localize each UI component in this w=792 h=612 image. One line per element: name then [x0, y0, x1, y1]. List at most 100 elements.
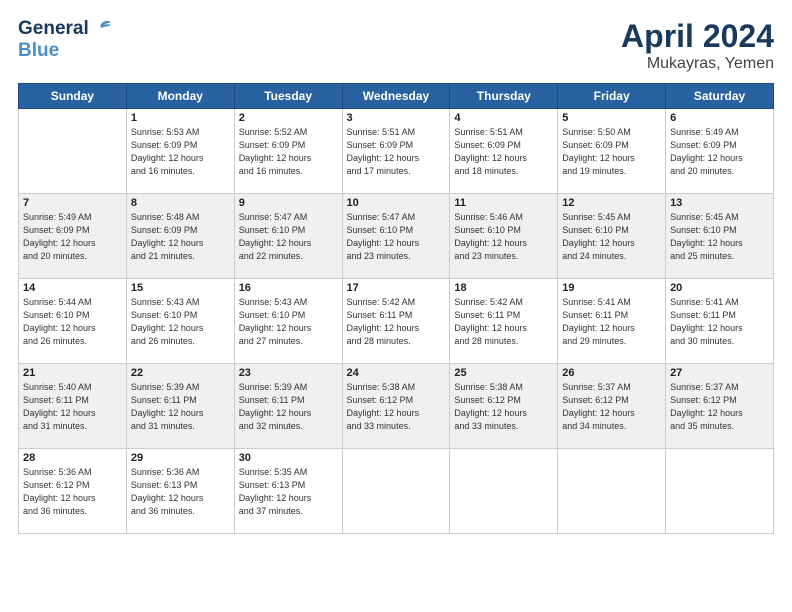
week-row-1: 1Sunrise: 5:53 AM Sunset: 6:09 PM Daylig…: [19, 109, 774, 194]
day-cell: 21Sunrise: 5:40 AM Sunset: 6:11 PM Dayli…: [19, 364, 127, 449]
day-info: Sunrise: 5:52 AM Sunset: 6:09 PM Dayligh…: [239, 126, 338, 178]
week-row-5: 28 Sunrise: 5:36 AM Sunset: 6:12 PM Dayli…: [19, 449, 774, 534]
day-number: 26: [562, 367, 661, 379]
day-info: Sunrise: 5:36 AM Sunset: 6:12 PM Dayligh…: [23, 466, 122, 518]
day-cell: 1Sunrise: 5:53 AM Sunset: 6:09 PM Daylig…: [126, 109, 234, 194]
day-number: 29: [131, 452, 230, 464]
day-info: Sunrise: 5:49 AM Sunset: 6:09 PM Dayligh…: [23, 211, 122, 263]
day-cell: 13 Sunrise: 5:45 AM Sunset: 6:10 PM Dayli…: [666, 194, 774, 279]
day-cell: 28 Sunrise: 5:36 AM Sunset: 6:12 PM Dayli…: [19, 449, 127, 534]
day-info: Sunrise: 5:42 AM Sunset: 6:11 PM Dayligh…: [347, 296, 446, 348]
calendar-location: Mukayras, Yemen: [621, 55, 774, 73]
day-number: 17: [347, 282, 446, 294]
day-info: Sunrise: 5:41 AM Sunset: 6:11 PM Dayligh…: [562, 296, 661, 348]
day-cell: [342, 449, 450, 534]
header-saturday: Saturday: [666, 84, 774, 109]
day-info: Sunrise: 5:45 AM Sunset: 6:10 PM Dayligh…: [670, 211, 769, 263]
day-info: Sunrise: 5:37 AM Sunset: 6:12 PM Dayligh…: [670, 381, 769, 433]
day-info: Sunrise: 5:40 AM Sunset: 6:11 PM Dayligh…: [23, 381, 122, 433]
header-sunday: Sunday: [19, 84, 127, 109]
week-row-3: 14Sunrise: 5:44 AM Sunset: 6:10 PM Dayli…: [19, 279, 774, 364]
logo-bird-icon: [91, 18, 113, 40]
day-number: 2: [239, 112, 338, 124]
day-cell: 8 Sunrise: 5:48 AM Sunset: 6:09 PM Daylig…: [126, 194, 234, 279]
day-info: Sunrise: 5:38 AM Sunset: 6:12 PM Dayligh…: [347, 381, 446, 433]
day-cell: 2 Sunrise: 5:52 AM Sunset: 6:09 PM Daylig…: [234, 109, 342, 194]
day-cell: 26 Sunrise: 5:37 AM Sunset: 6:12 PM Dayli…: [558, 364, 666, 449]
days-header-row: Sunday Monday Tuesday Wednesday Thursday…: [19, 84, 774, 109]
header-tuesday: Tuesday: [234, 84, 342, 109]
day-number: 30: [239, 452, 338, 464]
day-number: 22: [131, 367, 230, 379]
day-cell: 4Sunrise: 5:51 AM Sunset: 6:09 PM Daylig…: [450, 109, 558, 194]
day-number: 27: [670, 367, 769, 379]
day-info: Sunrise: 5:47 AM Sunset: 6:10 PM Dayligh…: [347, 211, 446, 263]
title-block: April 2024 Mukayras, Yemen: [621, 18, 774, 73]
day-cell: 10 Sunrise: 5:47 AM Sunset: 6:10 PM Dayli…: [342, 194, 450, 279]
day-number: 25: [454, 367, 553, 379]
day-cell: 30Sunrise: 5:35 AM Sunset: 6:13 PM Dayli…: [234, 449, 342, 534]
header-monday: Monday: [126, 84, 234, 109]
day-cell: 25 Sunrise: 5:38 AM Sunset: 6:12 PM Dayli…: [450, 364, 558, 449]
day-cell: 6Sunrise: 5:49 AM Sunset: 6:09 PM Daylig…: [666, 109, 774, 194]
day-number: 13: [670, 197, 769, 209]
day-number: 11: [454, 197, 553, 209]
day-number: 6: [670, 112, 769, 124]
day-number: 20: [670, 282, 769, 294]
day-cell: 12 Sunrise: 5:45 AM Sunset: 6:10 PM Dayli…: [558, 194, 666, 279]
day-number: 9: [239, 197, 338, 209]
header-thursday: Thursday: [450, 84, 558, 109]
day-number: 19: [562, 282, 661, 294]
day-info: Sunrise: 5:48 AM Sunset: 6:09 PM Dayligh…: [131, 211, 230, 263]
day-cell: 15Sunrise: 5:43 AM Sunset: 6:10 PM Dayli…: [126, 279, 234, 364]
day-info: Sunrise: 5:38 AM Sunset: 6:12 PM Dayligh…: [454, 381, 553, 433]
day-info: Sunrise: 5:39 AM Sunset: 6:11 PM Dayligh…: [239, 381, 338, 433]
day-info: Sunrise: 5:36 AM Sunset: 6:13 PM Dayligh…: [131, 466, 230, 518]
day-info: Sunrise: 5:45 AM Sunset: 6:10 PM Dayligh…: [562, 211, 661, 263]
day-cell: 5 Sunrise: 5:50 AM Sunset: 6:09 PM Daylig…: [558, 109, 666, 194]
day-number: 8: [131, 197, 230, 209]
page: General Blue April 2024 Mukayras, Yemen …: [0, 0, 792, 612]
day-cell: 24 Sunrise: 5:38 AM Sunset: 6:12 PM Dayli…: [342, 364, 450, 449]
day-cell: [450, 449, 558, 534]
day-info: Sunrise: 5:39 AM Sunset: 6:11 PM Dayligh…: [131, 381, 230, 433]
header-friday: Friday: [558, 84, 666, 109]
day-info: Sunrise: 5:47 AM Sunset: 6:10 PM Dayligh…: [239, 211, 338, 263]
day-cell: 14Sunrise: 5:44 AM Sunset: 6:10 PM Dayli…: [19, 279, 127, 364]
day-number: 23: [239, 367, 338, 379]
week-row-2: 7 Sunrise: 5:49 AM Sunset: 6:09 PM Daylig…: [19, 194, 774, 279]
day-info: Sunrise: 5:44 AM Sunset: 6:10 PM Dayligh…: [23, 296, 122, 348]
day-cell: 18Sunrise: 5:42 AM Sunset: 6:11 PM Dayli…: [450, 279, 558, 364]
day-info: Sunrise: 5:43 AM Sunset: 6:10 PM Dayligh…: [239, 296, 338, 348]
day-info: Sunrise: 5:41 AM Sunset: 6:11 PM Dayligh…: [670, 296, 769, 348]
header: General Blue April 2024 Mukayras, Yemen: [18, 18, 774, 73]
calendar-table: Sunday Monday Tuesday Wednesday Thursday…: [18, 83, 774, 534]
day-number: 5: [562, 112, 661, 124]
day-number: 1: [131, 112, 230, 124]
day-number: 12: [562, 197, 661, 209]
day-cell: [666, 449, 774, 534]
day-info: Sunrise: 5:50 AM Sunset: 6:09 PM Dayligh…: [562, 126, 661, 178]
calendar-title: April 2024: [621, 18, 774, 55]
day-cell: 9 Sunrise: 5:47 AM Sunset: 6:10 PM Daylig…: [234, 194, 342, 279]
day-number: 10: [347, 197, 446, 209]
day-cell: 11 Sunrise: 5:46 AM Sunset: 6:10 PM Dayli…: [450, 194, 558, 279]
day-info: Sunrise: 5:37 AM Sunset: 6:12 PM Dayligh…: [562, 381, 661, 433]
day-number: 7: [23, 197, 122, 209]
day-number: 16: [239, 282, 338, 294]
logo-general: General: [18, 18, 89, 40]
day-cell: 3Sunrise: 5:51 AM Sunset: 6:09 PM Daylig…: [342, 109, 450, 194]
day-number: 18: [454, 282, 553, 294]
week-row-4: 21Sunrise: 5:40 AM Sunset: 6:11 PM Dayli…: [19, 364, 774, 449]
day-info: Sunrise: 5:51 AM Sunset: 6:09 PM Dayligh…: [454, 126, 553, 178]
day-cell: [558, 449, 666, 534]
day-number: 28: [23, 452, 122, 464]
header-wednesday: Wednesday: [342, 84, 450, 109]
day-info: Sunrise: 5:46 AM Sunset: 6:10 PM Dayligh…: [454, 211, 553, 263]
day-cell: [19, 109, 127, 194]
day-number: 15: [131, 282, 230, 294]
day-cell: 27 Sunrise: 5:37 AM Sunset: 6:12 PM Dayli…: [666, 364, 774, 449]
logo: General Blue: [18, 18, 113, 62]
day-cell: 16 Sunrise: 5:43 AM Sunset: 6:10 PM Dayli…: [234, 279, 342, 364]
day-number: 24: [347, 367, 446, 379]
